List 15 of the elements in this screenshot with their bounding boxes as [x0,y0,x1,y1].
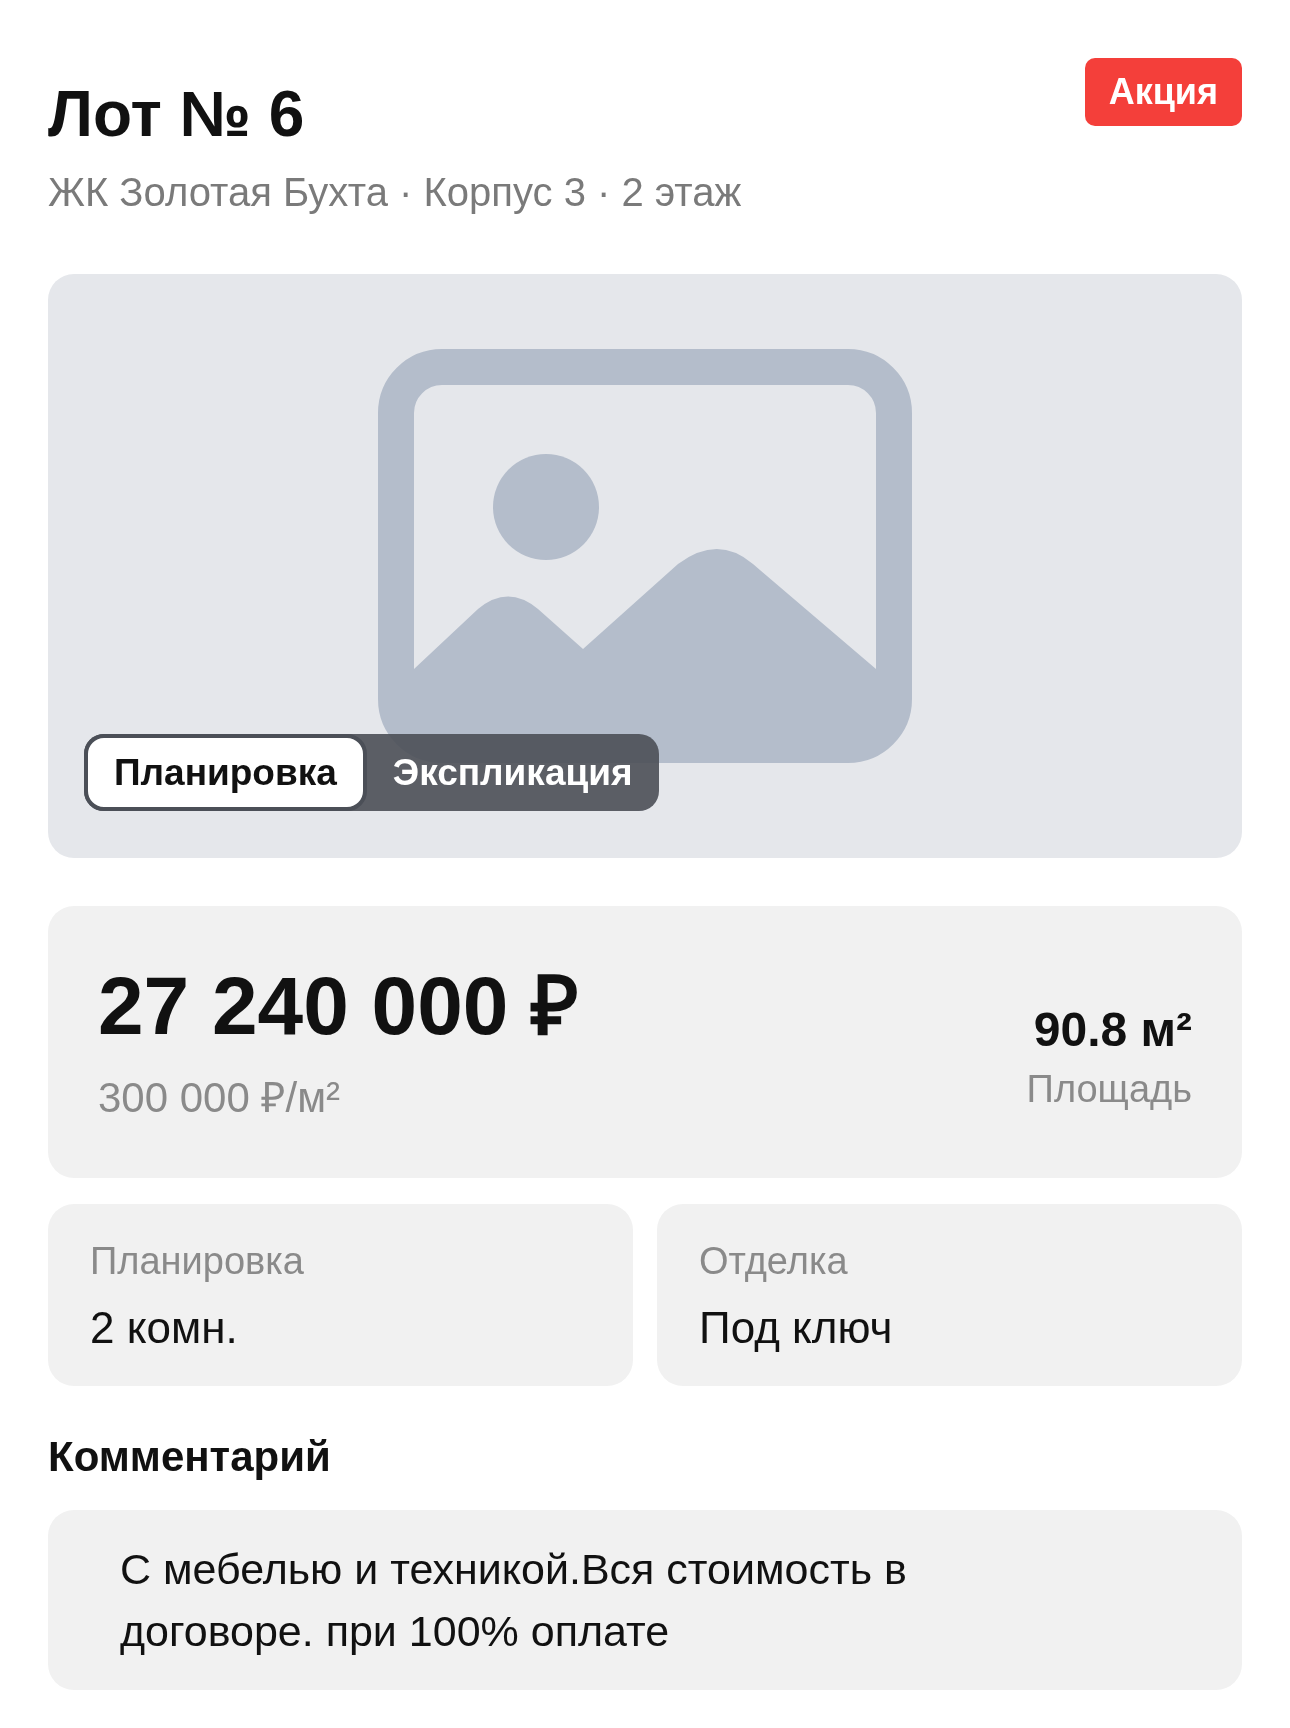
comment-heading: Комментарий [48,1436,332,1478]
lot-subtitle: ЖК Золотая Бухта · Корпус 3 · 2 этаж [48,172,743,212]
total-price: 27 240 000 ₽ [98,965,580,1047]
feature-label: Планировка [90,1242,305,1280]
feature-label: Отделка [699,1242,849,1280]
lot-title: Лот № 6 [48,82,305,146]
promo-badge: Акция [1084,58,1242,126]
area-label: Площадь [1026,1070,1192,1108]
feature-value: Под ключ [699,1306,894,1350]
view-tab[interactable]: Планировка [84,734,367,811]
view-tab[interactable]: Экспликация [366,734,659,811]
comment-text: С мебелью и техникой.Вся стоимость в договоре. при 100% оплате [120,1544,908,1657]
area-value: 90.8 м² [1032,1006,1192,1054]
feature-value: 2 комн. [90,1306,239,1350]
price-per-meter: 300 000 ₽/м² [98,1077,342,1119]
